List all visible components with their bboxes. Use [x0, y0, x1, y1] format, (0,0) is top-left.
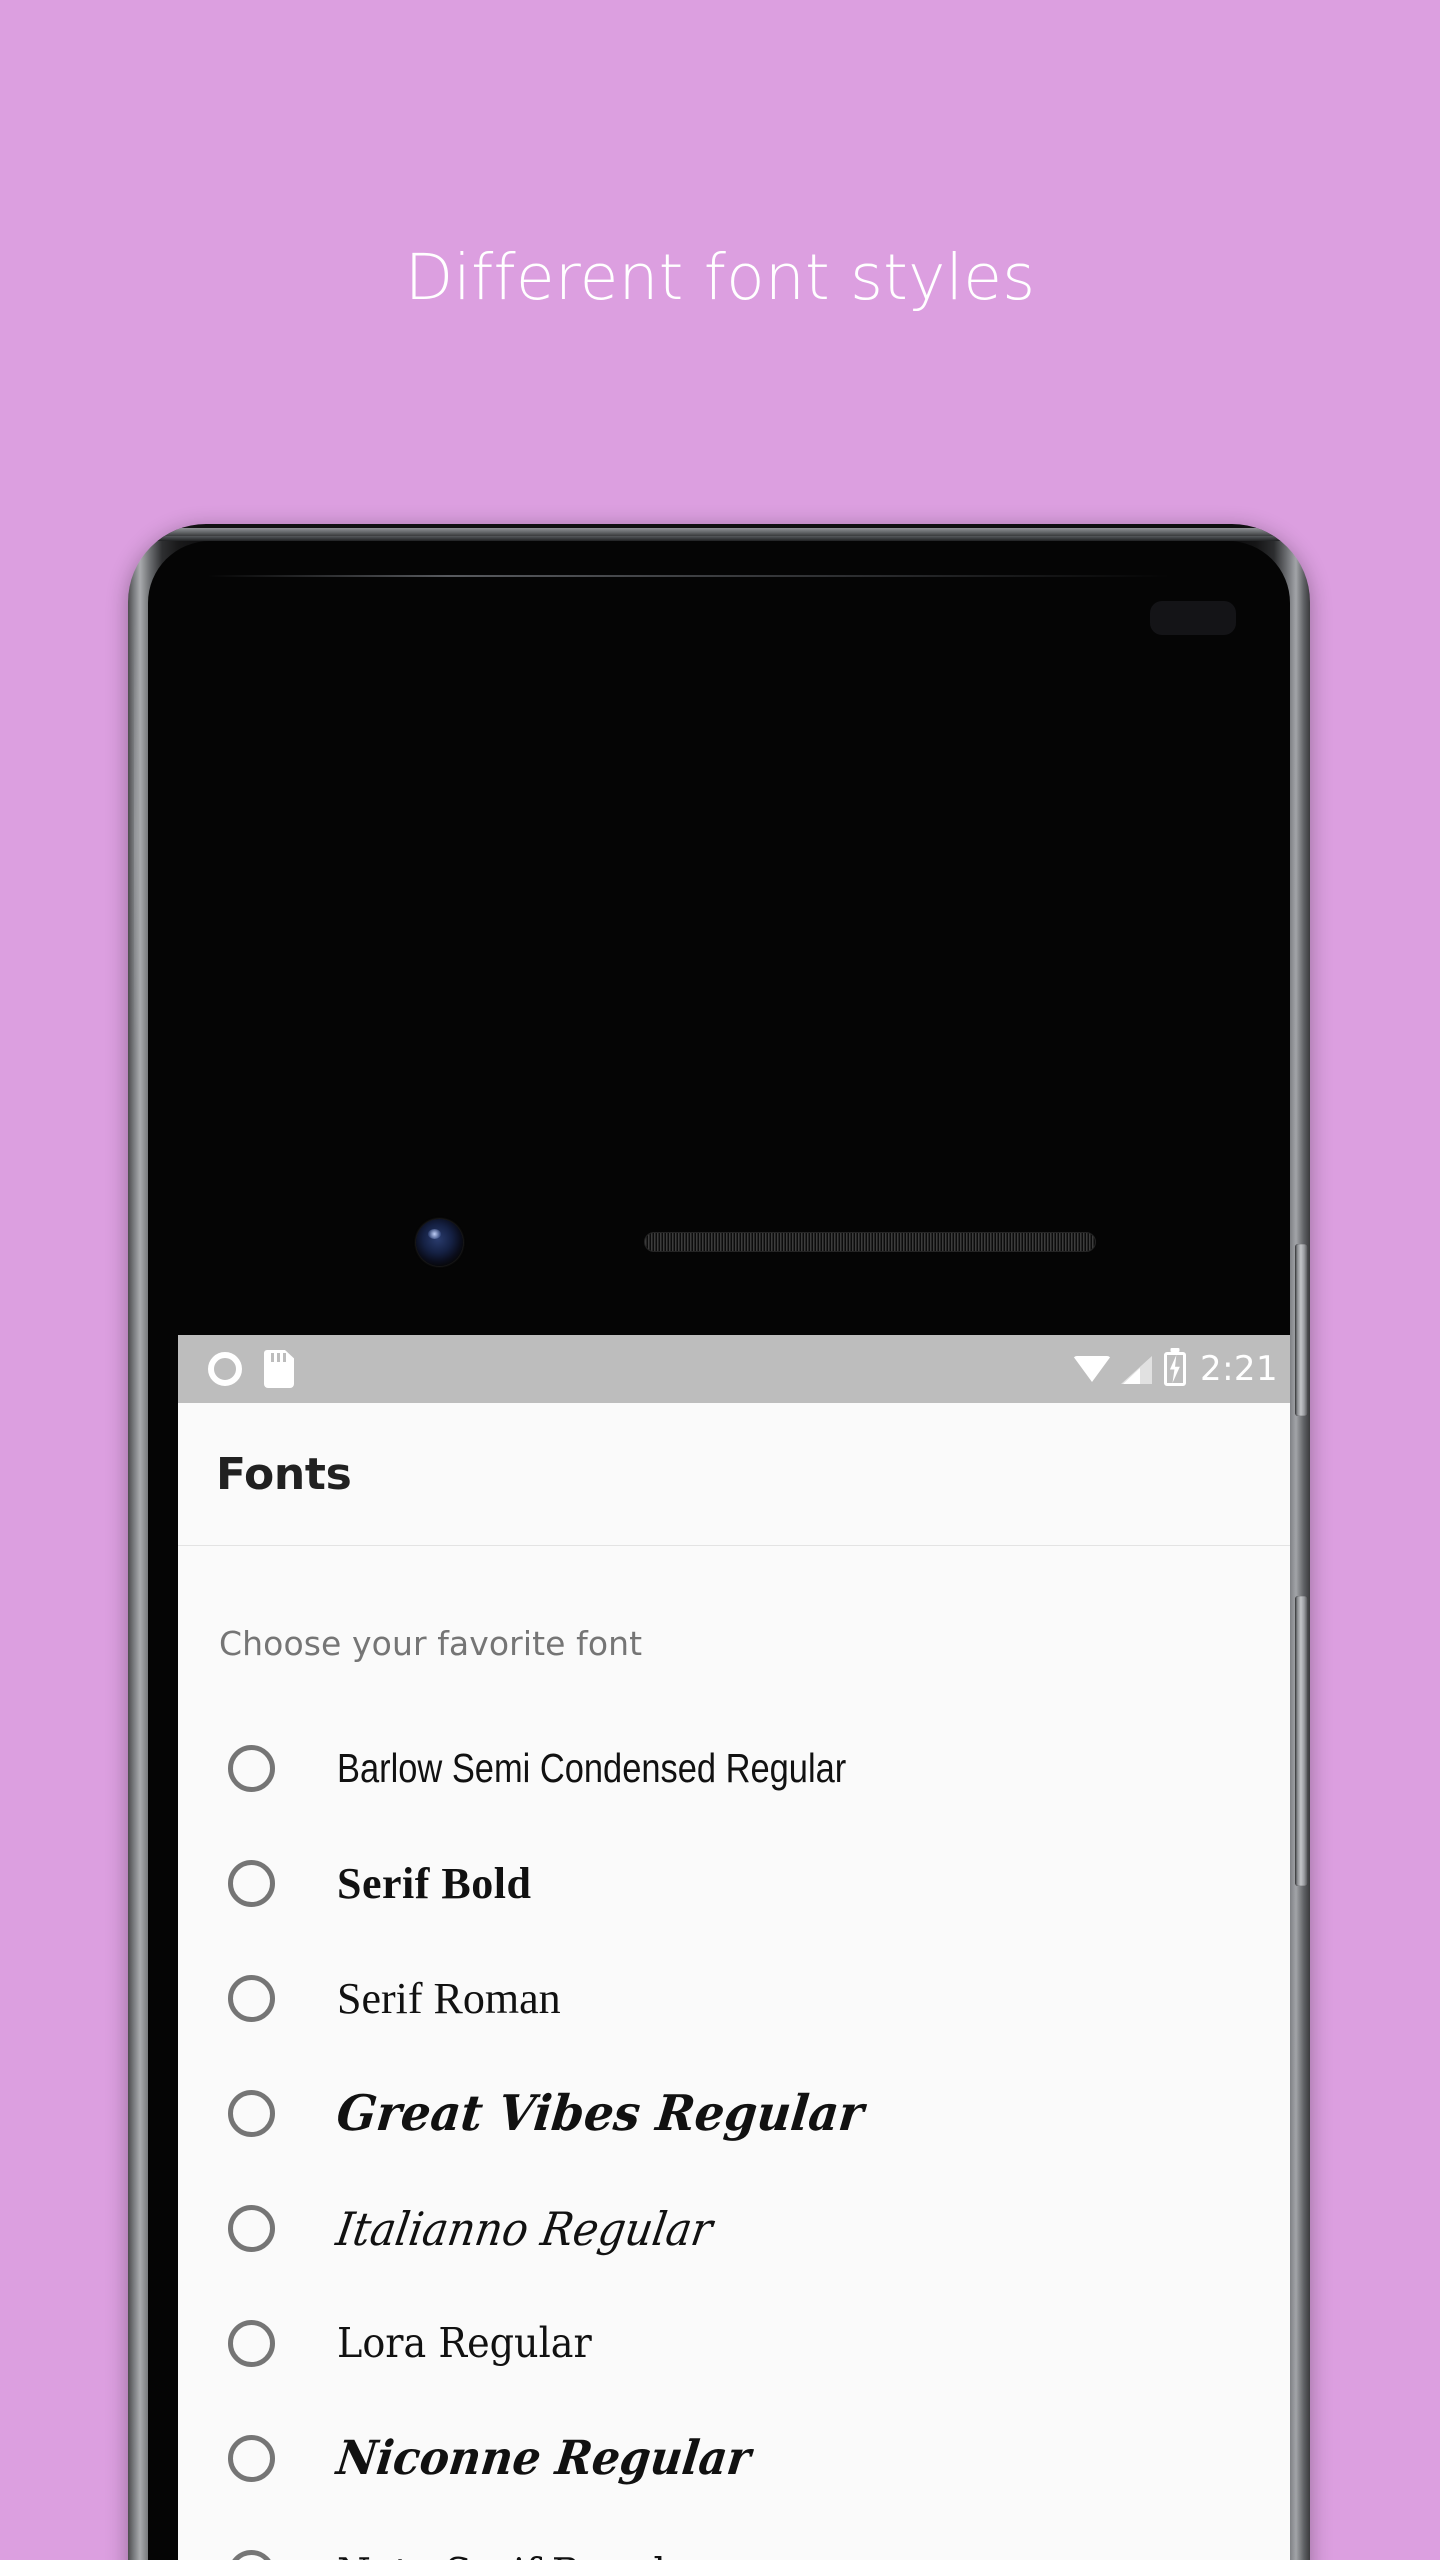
status-bar-system-icons: 2:21 [1073, 1349, 1278, 1389]
font-option-row[interactable]: Serif Bold [178, 1826, 1290, 1941]
earpiece-speaker-icon [644, 1232, 1096, 1252]
phone-device-mockup: 2:21 Fonts Choose your favorite font Bar… [128, 524, 1310, 2560]
font-option-label: Noto Serif Regular [337, 2552, 707, 2560]
radio-button-icon[interactable] [228, 2550, 275, 2560]
radio-button-icon[interactable] [228, 1860, 275, 1907]
power-button[interactable] [1295, 1244, 1308, 1416]
radio-button-icon[interactable] [228, 2435, 275, 2482]
screen-content: Choose your favorite font Barlow Semi Co… [178, 1546, 1290, 2560]
font-option-label: Serif Roman [337, 1973, 561, 2023]
font-option-row[interactable]: Italianno Regular [178, 2171, 1290, 2286]
sd-card-icon [264, 1350, 294, 1388]
section-subtitle: Choose your favorite font [219, 1624, 643, 1663]
volume-rocker[interactable] [1295, 1596, 1308, 1886]
frame-edge-highlight [134, 622, 138, 1052]
radio-button-icon[interactable] [228, 2320, 275, 2367]
proximity-sensor-icon [1150, 601, 1236, 635]
radio-button-icon[interactable] [228, 2090, 275, 2137]
promo-headline: Different font styles [404, 241, 1036, 314]
app-bar-title: Fonts [216, 1448, 352, 1500]
font-option-list: Barlow Semi Condensed Regular Serif Bold S… [178, 1711, 1290, 2560]
font-option-label: Serif Bold [337, 1858, 532, 1908]
phone-screen: 2:21 Fonts Choose your favorite font Bar… [178, 1335, 1290, 2560]
font-option-label: Italianno Regular [332, 2201, 717, 2256]
notification-dot-icon [208, 1352, 242, 1386]
glass-reflection [208, 575, 1170, 577]
font-option-row[interactable]: Great Vibes Regular [178, 2056, 1290, 2171]
cellular-signal-icon [1121, 1354, 1154, 1384]
font-option-row[interactable]: Niconne Regular [178, 2401, 1290, 2516]
phone-frame: 2:21 Fonts Choose your favorite font Bar… [128, 524, 1310, 2560]
wifi-icon [1073, 1354, 1112, 1384]
radio-button-icon[interactable] [228, 1745, 275, 1792]
font-option-row[interactable]: Lora Regular [178, 2286, 1290, 2401]
font-option-label: Great Vibes Regular [334, 2084, 867, 2142]
font-option-row[interactable]: Barlow Semi Condensed Regular [178, 1711, 1290, 1826]
font-option-label: Lora Regular [337, 2319, 592, 2367]
phone-front-glass: 2:21 Fonts Choose your favorite font Bar… [148, 541, 1290, 2560]
font-option-row[interactable]: Noto Serif Regular [178, 2516, 1290, 2560]
front-camera-icon [416, 1219, 463, 1266]
font-option-row[interactable]: Serif Roman [178, 1941, 1290, 2056]
font-option-label: Niconne Regular [333, 2431, 754, 2486]
radio-button-icon[interactable] [228, 2205, 275, 2252]
status-bar-notifications [208, 1350, 294, 1388]
radio-button-icon[interactable] [228, 1975, 275, 2022]
status-bar-clock: 2:21 [1200, 1349, 1278, 1389]
battery-charging-icon [1164, 1352, 1187, 1386]
app-bar: Fonts [178, 1403, 1290, 1546]
android-status-bar: 2:21 [178, 1335, 1290, 1403]
font-option-label: Barlow Semi Condensed Regular [337, 1745, 847, 1791]
